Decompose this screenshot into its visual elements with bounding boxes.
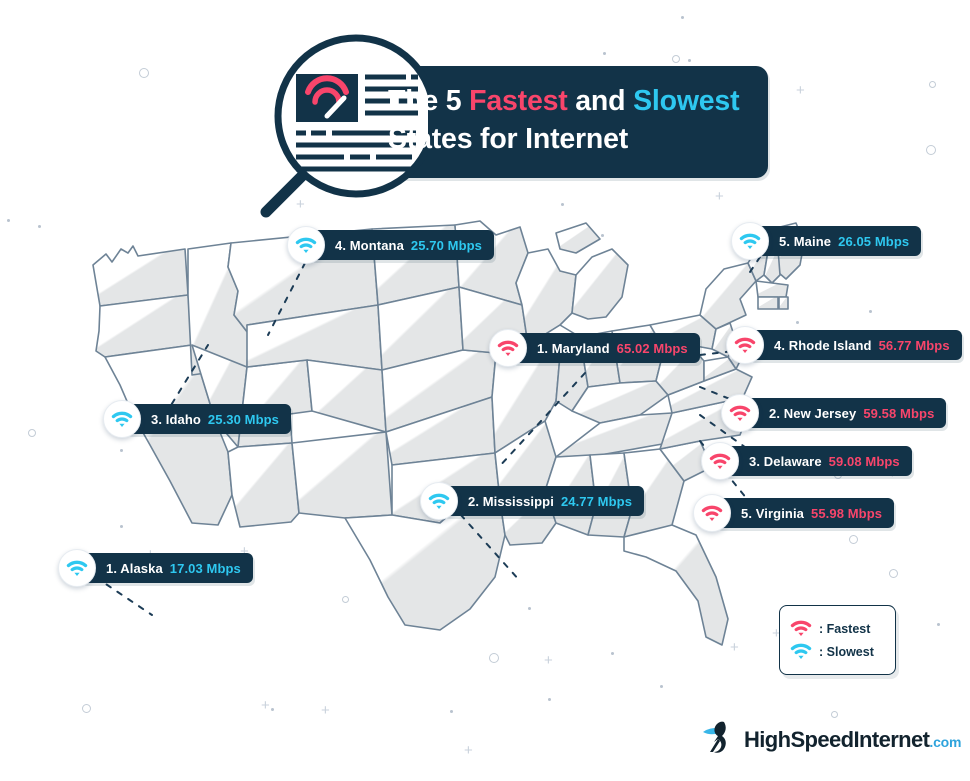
pin-label-plate: 5. Virginia 55.98 Mbps [715, 498, 895, 528]
title-word-slowest: Slowest [633, 85, 740, 117]
legend-row-slowest: : Slowest [790, 643, 895, 660]
pin-speed-value: 55.98 Mbps [811, 505, 883, 521]
title-text-the5: The 5 [388, 85, 470, 117]
pin-label-plate: 2. New Jersey 59.58 Mbps [743, 398, 947, 428]
title-word-fastest: Fastest [469, 85, 568, 117]
wifi-icon [790, 620, 812, 637]
decorative-speck: + [464, 742, 473, 759]
pin-state-name: 2. Mississippi [468, 493, 554, 509]
title-text-and: and [567, 85, 634, 117]
pin-speed-value: 24.77 Mbps [560, 493, 633, 509]
pin-state-name: 5. Maine [779, 233, 832, 249]
legend-label-slowest: : Slowest [819, 644, 874, 659]
pin-maryland[interactable]: 1. Maryland 65.02 Mbps [489, 329, 700, 367]
pin-idaho[interactable]: 3. Idaho 25.30 Mbps [103, 400, 292, 438]
logo-brand: HighSpeedInternet [744, 727, 930, 752]
title-line-2: States for Internet [388, 123, 629, 155]
pin-state-name: 4. Rhode Island [774, 337, 872, 353]
pin-delaware[interactable]: 3. Delaware 59.08 Mbps [701, 442, 912, 480]
pin-label-plate: 3. Idaho 25.30 Mbps [125, 404, 292, 434]
legend-label-fastest: : Fastest [819, 621, 871, 636]
pin-montana[interactable]: 4. Montana 25.70 Mbps [287, 226, 494, 264]
wifi-icon [103, 400, 141, 438]
pin-speed-value: 25.30 Mbps [207, 411, 280, 427]
decorative-speck [681, 16, 684, 19]
hummingbird-icon [700, 718, 740, 763]
pin-state-name: 1. Maryland [537, 340, 610, 356]
logo-tld: .com [929, 734, 962, 750]
pin-label-plate: 3. Delaware 59.08 Mbps [723, 446, 912, 476]
pin-speed-value: 65.02 Mbps [616, 340, 688, 356]
wifi-icon [731, 222, 769, 260]
wifi-icon [726, 326, 764, 364]
decorative-speck [926, 145, 936, 155]
pin-maine[interactable]: 5. Maine 26.05 Mbps [731, 222, 922, 260]
pin-speed-value: 26.05 Mbps [838, 233, 910, 249]
pin-speed-value: 17.03 Mbps [169, 560, 241, 576]
wifi-icon [489, 329, 527, 367]
decorative-speck [139, 68, 149, 78]
pin-speed-value: 56.77 Mbps [878, 337, 950, 353]
pin-label-plate: 4. Rhode Island 56.77 Mbps [748, 330, 962, 360]
pin-label-plate: 5. Maine 26.05 Mbps [753, 226, 922, 256]
brand-logo[interactable]: HighSpeedInternet.com [700, 718, 961, 763]
page-title: The 5 Fastest and Slowest States for Int… [388, 82, 768, 158]
pin-mississippi[interactable]: 2. Mississippi 24.77 Mbps [420, 482, 645, 520]
pin-speed-value: 59.58 Mbps [863, 405, 935, 421]
wifi-icon [287, 226, 325, 264]
pin-speed-value: 59.08 Mbps [828, 453, 900, 469]
wifi-icon [420, 482, 458, 520]
pin-new-jersey[interactable]: 2. New Jersey 59.58 Mbps [721, 394, 947, 432]
infographic-canvas: ++++++++++++++++++++ [0, 0, 970, 781]
pin-label-plate: 4. Montana 25.70 Mbps [309, 230, 494, 260]
pin-label-plate: 2. Mississippi 24.77 Mbps [442, 486, 645, 516]
wifi-icon [790, 643, 812, 660]
wifi-icon [701, 442, 739, 480]
pin-label-plate: 1. Alaska 17.03 Mbps [80, 553, 253, 583]
legend-row-fastest: : Fastest [790, 620, 895, 637]
pin-label-plate: 1. Maryland 65.02 Mbps [511, 333, 700, 363]
pin-alaska[interactable]: 1. Alaska 17.03 Mbps [58, 549, 253, 587]
title-line-1: The 5 Fastest and Slowest [388, 82, 768, 120]
pin-rhode-island[interactable]: 4. Rhode Island 56.77 Mbps [726, 326, 962, 364]
decorative-speck [929, 81, 936, 88]
pin-state-name: 3. Idaho [151, 411, 201, 427]
pin-virginia[interactable]: 5. Virginia 55.98 Mbps [693, 494, 895, 532]
pin-state-name: 4. Montana [335, 237, 404, 253]
decorative-speck: + [796, 82, 805, 99]
pin-state-name: 1. Alaska [106, 560, 163, 576]
legend: : Fastest : Slowest [779, 605, 896, 675]
pin-state-name: 3. Delaware [749, 453, 822, 469]
wifi-icon [58, 549, 96, 587]
pin-speed-value: 25.70 Mbps [410, 237, 482, 253]
header: The 5 Fastest and Slowest States for Int… [248, 34, 768, 218]
logo-wordmark: HighSpeedInternet.com [744, 727, 961, 753]
pin-state-name: 2. New Jersey [769, 405, 857, 421]
wifi-icon [693, 494, 731, 532]
wifi-icon [721, 394, 759, 432]
pin-state-name: 5. Virginia [741, 505, 804, 521]
